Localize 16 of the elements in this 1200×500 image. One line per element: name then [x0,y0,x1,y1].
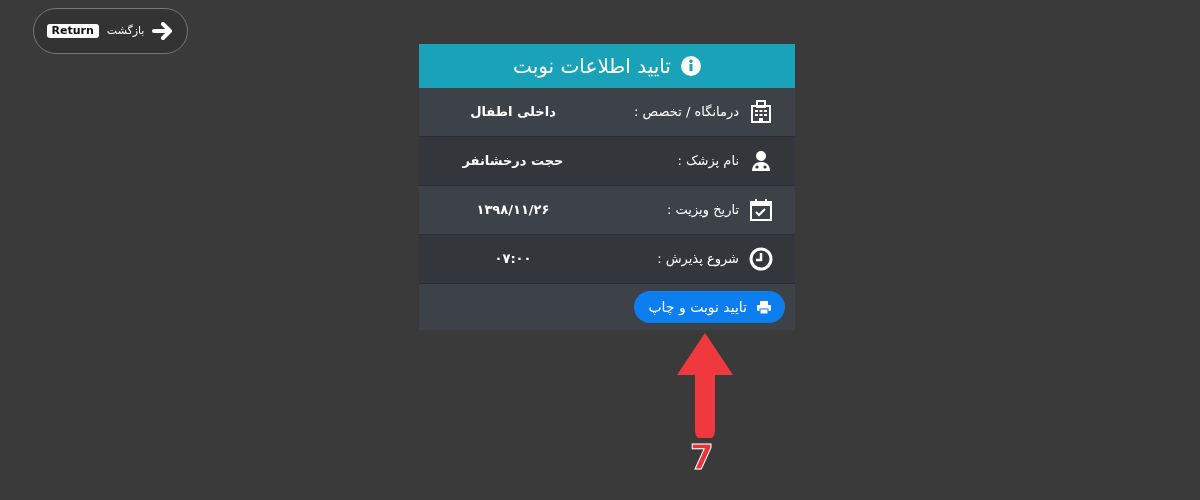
printer-icon [757,300,771,314]
field-value: ۱۳۹۸/۱۱/۲۶ [475,201,551,220]
field-label: نام پزشک : [677,152,739,171]
field-label: تاریخ ویزیت : [667,201,739,220]
panel-title: تایید اطلاعات نوبت [513,53,671,80]
field-label: شروع پذیرش : [657,250,739,269]
confirm-print-button[interactable]: تایید نوبت و چاپ [634,291,785,323]
field-value: داخلی اطفال [469,103,557,122]
step-number: 7 [690,440,714,474]
field-value: ۰۷:۰۰ [493,250,533,269]
field-label: درمانگاه / تخصص : [634,103,739,122]
back-label: بازگشت [106,22,145,39]
return-tag: Return [46,24,99,38]
arrow-right-icon [152,22,175,40]
info-icon [680,56,701,76]
field-value: حجت درخشانفر [461,152,565,171]
